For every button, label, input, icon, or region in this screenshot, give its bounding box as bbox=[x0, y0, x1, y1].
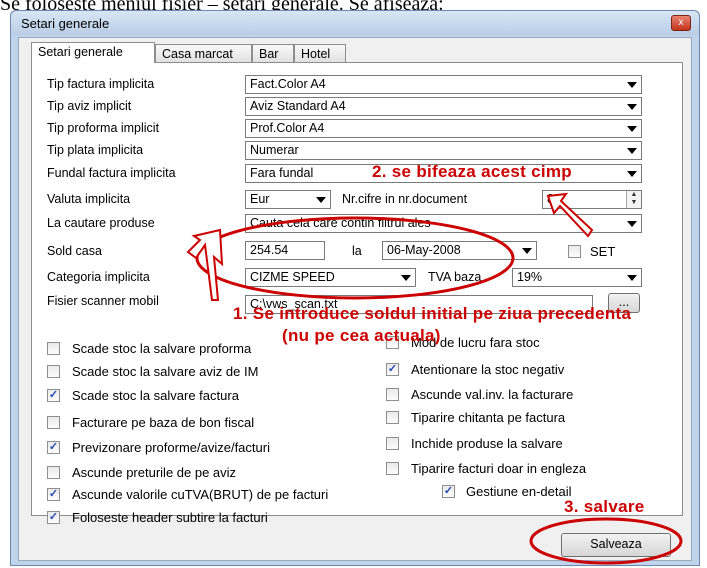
tab-hotel[interactable]: Hotel bbox=[294, 44, 346, 62]
dropdown-arrow-icon bbox=[627, 221, 637, 227]
title-bar: Setari generale x bbox=[11, 11, 699, 35]
tip-plata-value: Numerar bbox=[250, 143, 299, 157]
left-checkbox-5[interactable] bbox=[47, 466, 60, 479]
categoria-select[interactable]: CIZME SPEED bbox=[245, 268, 416, 287]
right-checkbox-label-6: Gestiune en-detail bbox=[466, 484, 572, 499]
tip-aviz-label: Tip aviz implicit bbox=[47, 99, 132, 113]
left-checkbox-label-5: Ascunde preturile de pe aviz bbox=[72, 465, 237, 480]
valuta-label: Valuta implicita bbox=[47, 192, 131, 206]
fundal-value: Fara fundal bbox=[250, 166, 314, 180]
right-checkbox-label-1: Atentionare la stoc negativ bbox=[411, 362, 565, 377]
tip-proforma-label: Tip proforma implicit bbox=[47, 121, 160, 135]
right-checkbox-5[interactable] bbox=[386, 462, 399, 475]
tva-baza-label: TVA baza bbox=[428, 270, 482, 284]
spin-buttons[interactable]: ▲ ▼ bbox=[626, 191, 641, 208]
annotation-step-3: 3. salvare bbox=[564, 497, 645, 516]
tip-factura-label: Tip factura implicita bbox=[47, 77, 155, 91]
left-checkbox-3[interactable] bbox=[47, 416, 60, 429]
calendar-dropdown-icon bbox=[522, 248, 532, 254]
spin-up-icon[interactable]: ▲ bbox=[627, 191, 641, 199]
annotation-step-2: 2. se bifeaza acest cimp bbox=[372, 162, 572, 181]
right-checkbox-3[interactable] bbox=[386, 411, 399, 424]
categoria-value: CIZME SPEED bbox=[250, 270, 335, 284]
left-checkbox-label-7: Foloseste header subtire la facturi bbox=[72, 510, 268, 525]
dropdown-arrow-icon bbox=[627, 126, 637, 132]
tip-plata-label: Tip plata implicita bbox=[47, 143, 144, 157]
left-checkbox-1[interactable] bbox=[47, 365, 60, 378]
valuta-select[interactable]: Eur bbox=[245, 190, 331, 209]
dropdown-arrow-icon bbox=[627, 275, 637, 281]
dropdown-arrow-icon bbox=[627, 82, 637, 88]
annotation-step-1-line-1: 1. Se introduce soldul initial pe ziua p… bbox=[233, 304, 632, 323]
right-checkbox-1[interactable]: ✓ bbox=[386, 363, 399, 376]
cautare-value: Cauta cela care contin filtrul ales bbox=[250, 216, 431, 230]
sold-la-label: la bbox=[352, 244, 362, 258]
tip-aviz-select[interactable]: Aviz Standard A4 bbox=[245, 97, 642, 116]
cautare-label: La cautare produse bbox=[47, 216, 155, 230]
categoria-label: Categoria implicita bbox=[47, 270, 150, 284]
tip-proforma-select[interactable]: Prof.Color A4 bbox=[245, 119, 642, 138]
left-checkbox-2[interactable]: ✓ bbox=[47, 389, 60, 402]
window-client-area: Setari generale Casa marcat Bar Hotel Ti… bbox=[18, 37, 692, 561]
sold-input[interactable]: 254.54 bbox=[245, 241, 325, 260]
annotation-step-1-line-2: (nu pe cea actuala) bbox=[282, 326, 441, 345]
save-button[interactable]: Salveaza bbox=[561, 533, 671, 557]
scanner-label: Fisier scanner mobil bbox=[47, 294, 159, 308]
tip-factura-select[interactable]: Fact.Color A4 bbox=[245, 75, 642, 94]
set-checkbox[interactable] bbox=[568, 245, 581, 258]
nr-cifre-value: 8 bbox=[547, 192, 554, 206]
left-checkbox-4[interactable]: ✓ bbox=[47, 441, 60, 454]
sold-date-picker[interactable]: 06-May-2008 bbox=[382, 241, 537, 260]
right-checkbox-label-2: Ascunde val.inv. la facturare bbox=[411, 387, 574, 402]
left-checkbox-7[interactable]: ✓ bbox=[47, 511, 60, 524]
dropdown-arrow-icon bbox=[401, 275, 411, 281]
left-checkbox-label-1: Scade stoc la salvare aviz de IM bbox=[72, 364, 259, 379]
left-checkbox-label-4: Previzonare proforme/avize/facturi bbox=[72, 440, 270, 455]
left-checkbox-0[interactable] bbox=[47, 342, 60, 355]
fundal-label: Fundal factura implicita bbox=[47, 166, 176, 180]
right-checkbox-2[interactable] bbox=[386, 388, 399, 401]
left-checkbox-label-6: Ascunde valorile cuTVA(BRUT) de pe factu… bbox=[72, 487, 329, 502]
dropdown-arrow-icon bbox=[627, 104, 637, 110]
tip-factura-value: Fact.Color A4 bbox=[250, 77, 326, 91]
tip-aviz-value: Aviz Standard A4 bbox=[250, 99, 346, 113]
general-settings-panel: Tip factura implicita Fact.Color A4 Tip … bbox=[31, 62, 683, 525]
dropdown-arrow-icon bbox=[316, 197, 326, 203]
tip-proforma-value: Prof.Color A4 bbox=[250, 121, 325, 135]
right-checkbox-label-5: Tiparire facturi doar in engleza bbox=[411, 461, 587, 476]
window-title: Setari generale bbox=[21, 16, 110, 31]
left-checkbox-label-2: Scade stoc la salvare factura bbox=[72, 388, 239, 403]
tab-bar[interactable]: Bar bbox=[252, 44, 294, 62]
dropdown-arrow-icon bbox=[627, 171, 637, 177]
right-checkbox-4[interactable] bbox=[386, 437, 399, 450]
dropdown-arrow-icon bbox=[627, 148, 637, 154]
nr-cifre-stepper[interactable]: 8 ▲ ▼ bbox=[542, 190, 642, 209]
tab-setari-generale[interactable]: Setari generale bbox=[31, 42, 155, 63]
settings-window: Setari generale x Setari generale Casa m… bbox=[10, 10, 700, 566]
sold-label: Sold casa bbox=[47, 244, 102, 258]
tva-baza-select[interactable]: 19% bbox=[512, 268, 642, 287]
valuta-value: Eur bbox=[250, 192, 270, 206]
sold-date-value: 06-May-2008 bbox=[387, 243, 461, 257]
tva-baza-value: 19% bbox=[517, 270, 543, 284]
close-button[interactable]: x bbox=[671, 15, 691, 31]
left-checkbox-6[interactable]: ✓ bbox=[47, 488, 60, 501]
spin-down-icon[interactable]: ▼ bbox=[627, 199, 641, 207]
left-checkbox-label-3: Facturare pe baza de bon fiscal bbox=[72, 415, 255, 430]
set-checkbox-label: SET bbox=[590, 244, 616, 259]
left-checkbox-label-0: Scade stoc la salvare proforma bbox=[72, 341, 252, 356]
right-checkbox-label-3: Tiparire chitanta pe factura bbox=[411, 410, 566, 425]
tab-casa-marcat[interactable]: Casa marcat bbox=[155, 44, 252, 62]
tip-plata-select[interactable]: Numerar bbox=[245, 141, 642, 160]
cautare-select[interactable]: Cauta cela care contin filtrul ales bbox=[245, 214, 642, 233]
right-checkbox-6[interactable]: ✓ bbox=[442, 485, 455, 498]
right-checkbox-label-4: Inchide produse la salvare bbox=[411, 436, 563, 451]
nr-cifre-label: Nr.cifre in nr.document bbox=[342, 192, 468, 206]
